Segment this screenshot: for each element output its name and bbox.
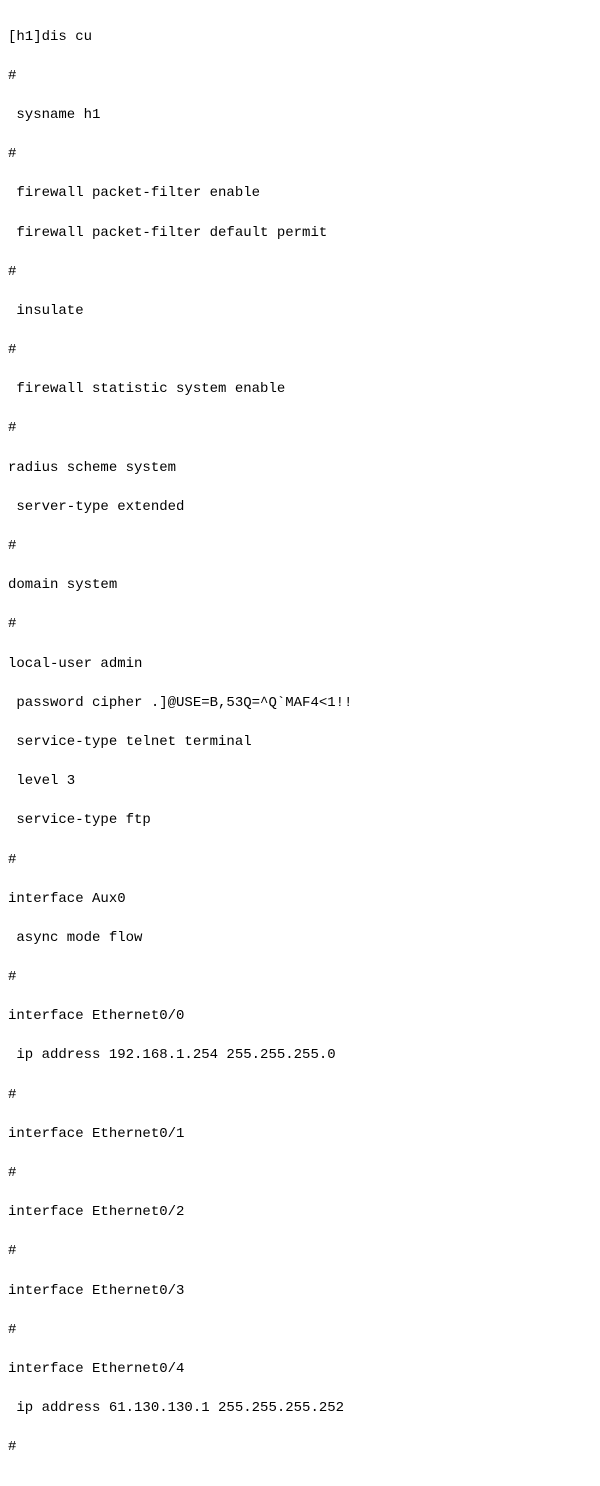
terminal-line: level 3 (8, 772, 592, 792)
terminal-line: service-type ftp (8, 811, 592, 831)
terminal-line: domain system (8, 576, 592, 596)
terminal-line: # (8, 1086, 592, 1106)
terminal-line: # (8, 419, 592, 439)
terminal-line: firewall statistic system enable (8, 380, 592, 400)
terminal-line: interface Ethernet0/4 (8, 1360, 592, 1380)
terminal-line: [h1]dis cu (8, 28, 592, 48)
terminal-line: service-type telnet terminal (8, 733, 592, 753)
terminal-line: firewall packet-filter default permit (8, 224, 592, 244)
terminal-line: async mode flow (8, 929, 592, 949)
terminal-line: interface Ethernet0/0 (8, 1007, 592, 1027)
terminal-line: radius scheme system (8, 459, 592, 479)
terminal-line: # (8, 851, 592, 871)
terminal-line: firewall packet-filter enable (8, 184, 592, 204)
terminal-line: interface Ethernet0/3 (8, 1282, 592, 1302)
terminal-line: interface Ethernet0/1 (8, 1125, 592, 1145)
terminal-line: # (8, 615, 592, 635)
terminal-line: sysname h1 (8, 106, 592, 126)
terminal-line: # (8, 145, 592, 165)
terminal-line: # (8, 1321, 592, 1341)
terminal-line: # (8, 1438, 592, 1458)
terminal-line: # (8, 1242, 592, 1262)
terminal-line: server-type extended (8, 498, 592, 518)
terminal-line: # (8, 968, 592, 988)
terminal-line: password cipher .]@USE=B,53Q=^Q`MAF4<1!! (8, 694, 592, 714)
terminal-line: ip address 61.130.130.1 255.255.255.252 (8, 1399, 592, 1419)
terminal-line: interface Ethernet0/2 (8, 1203, 592, 1223)
terminal-line: interface Aux0 (8, 890, 592, 910)
terminal-line: # (8, 263, 592, 283)
terminal-line: # (8, 1164, 592, 1184)
terminal-line: local-user admin (8, 655, 592, 675)
terminal-line: # (8, 67, 592, 87)
terminal-line: # (8, 341, 592, 361)
terminal-line: # (8, 537, 592, 557)
terminal-line: insulate (8, 302, 592, 322)
terminal-output: [h1]dis cu # sysname h1 # firewall packe… (8, 8, 592, 1478)
terminal-line: ip address 192.168.1.254 255.255.255.0 (8, 1046, 592, 1066)
